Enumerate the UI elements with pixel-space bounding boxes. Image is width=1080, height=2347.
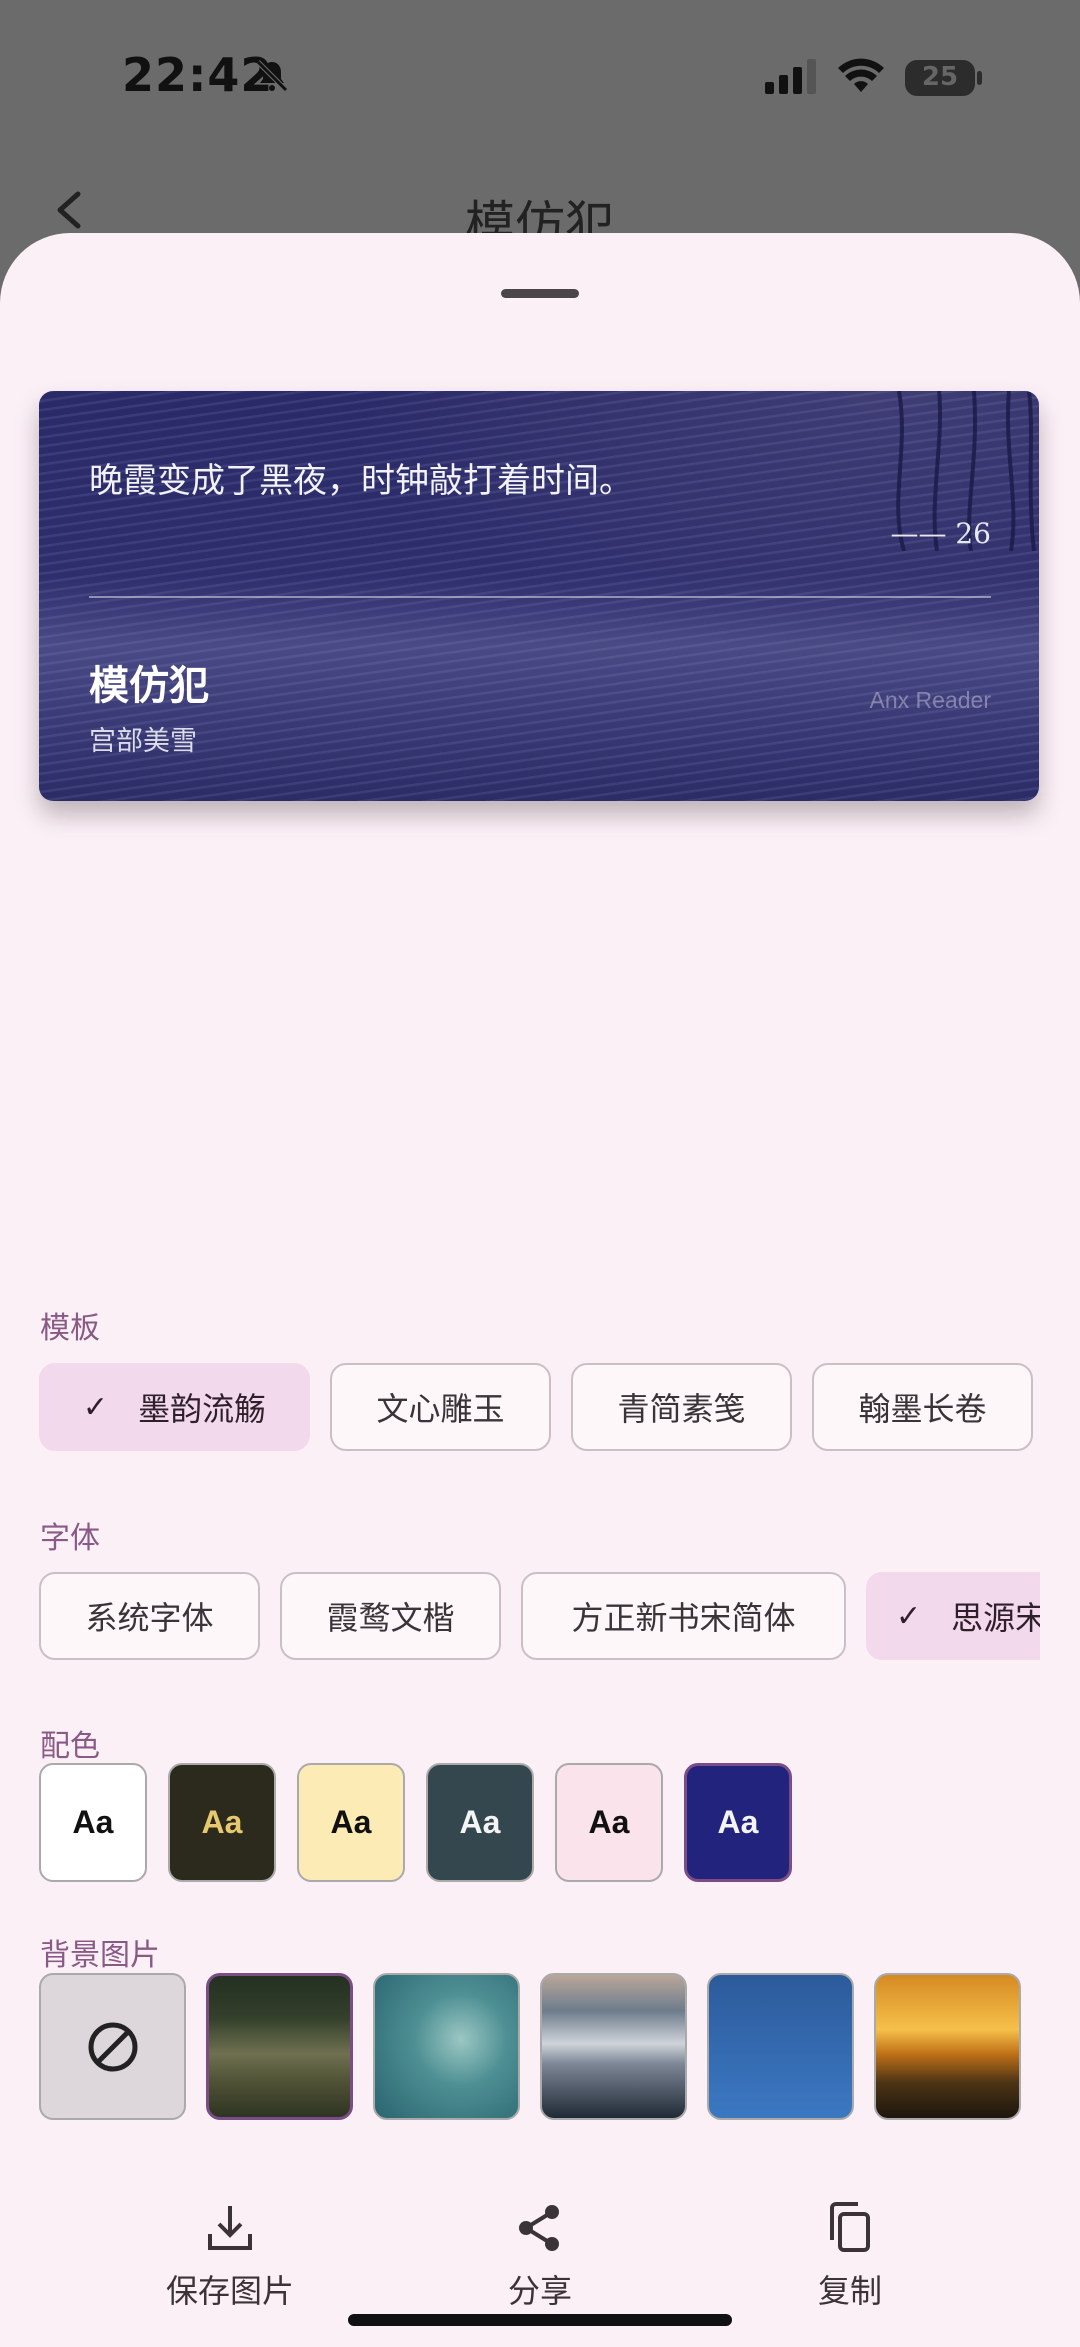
template-chip[interactable]: 翰墨长卷 [812, 1363, 1033, 1451]
swatch-text: Aa [717, 1804, 759, 1840]
copy-icon [830, 2202, 870, 2252]
font-chip-label: 霞鹜文楷 [326, 1599, 455, 1637]
font-chip-label: 方正新书宋简体 [571, 1599, 796, 1637]
background-none-option[interactable] [39, 1973, 186, 2120]
card-divider [89, 596, 991, 598]
background-mountain-clouds[interactable] [540, 1973, 687, 2120]
template-chip[interactable]: 青简素笺 [571, 1363, 792, 1451]
status-time: 22:42 [122, 48, 274, 102]
color-swatch-cream[interactable]: Aa [297, 1763, 405, 1882]
font-chip[interactable]: 霞鹜文楷 [280, 1572, 501, 1660]
quote-card-preview: 晚霞变成了黑夜，时钟敲打着时间。 —— 26 模仿犯 宫部美雪 Anx Read… [39, 391, 1039, 801]
font-chip-label: 系统字体 [85, 1599, 214, 1637]
quote-text: 晚霞变成了黑夜，时钟敲打着时间。 [89, 461, 633, 501]
swatch-text: Aa [459, 1804, 501, 1840]
background-teal-grass[interactable] [373, 1973, 520, 2120]
color-swatch-navy-selected[interactable]: Aa [684, 1763, 792, 1882]
book-title: 模仿犯 [89, 662, 209, 709]
check-icon: ✓ [82, 1389, 109, 1425]
copy-button[interactable]: 复制 [750, 2200, 950, 2312]
template-label: 模板 [40, 1311, 100, 1346]
bell-muted-icon [256, 60, 288, 92]
cellular-signal-icon [765, 59, 816, 94]
color-swatch-white[interactable]: Aa [39, 1763, 147, 1882]
background-sunset-sea[interactable] [874, 1973, 1021, 2120]
battery-level: 25 [921, 62, 959, 92]
font-chip-selected[interactable]: ✓ 思源宋 [866, 1572, 1040, 1660]
share-icon [519, 2205, 559, 2251]
font-chip-label: 思源宋 [951, 1599, 1040, 1637]
background-blue-sky[interactable] [707, 1973, 854, 2120]
background-dark-forest-field[interactable] [206, 1973, 353, 2120]
background-label: 背景图片 [40, 1938, 160, 1973]
color-label: 配色 [40, 1729, 100, 1764]
drag-handle[interactable] [501, 289, 579, 298]
font-label: 字体 [40, 1521, 100, 1556]
download-icon [208, 2206, 252, 2250]
template-chip-label: 翰墨长卷 [858, 1390, 987, 1428]
battery-icon: 25 [905, 60, 982, 96]
template-chip-label: 文心雕玉 [376, 1390, 505, 1428]
status-bar: 22:42 25 [0, 0, 1080, 160]
swatch-text: Aa [72, 1804, 114, 1840]
swatch-text: Aa [201, 1804, 243, 1840]
font-chip[interactable]: 方正新书宋简体 [521, 1572, 846, 1660]
color-swatch-slate[interactable]: Aa [426, 1763, 534, 1882]
color-swatch-group: Aa Aa Aa Aa Aa Aa [39, 1763, 792, 1882]
template-chip-group: ✓ 墨韵流觞 文心雕玉 青简素笺 翰墨长卷 [39, 1363, 1033, 1455]
font-chip-group: 系统字体 霞鹜文楷 方正新书宋简体 ✓ 思源宋 [39, 1572, 1040, 1664]
font-chip[interactable]: 系统字体 [39, 1572, 260, 1660]
background-image-group [39, 1973, 1021, 2120]
share-button[interactable]: 分享 [440, 2200, 640, 2312]
quote-page-number: —— 26 [890, 517, 991, 550]
brand-watermark: Anx Reader [869, 687, 991, 713]
share-label: 分享 [507, 2272, 572, 2310]
wifi-icon [838, 58, 884, 92]
check-icon: ✓ [896, 1598, 922, 1634]
save-image-button[interactable]: 保存图片 [130, 2200, 330, 2312]
home-indicator[interactable] [348, 2314, 732, 2326]
book-author: 宫部美雪 [89, 726, 197, 757]
template-chip-selected[interactable]: ✓ 墨韵流觞 [39, 1363, 310, 1451]
no-image-icon [88, 2022, 137, 2071]
template-chip-label: 青简素笺 [617, 1390, 746, 1428]
copy-label: 复制 [817, 2272, 882, 2310]
color-swatch-dark-olive[interactable]: Aa [168, 1763, 276, 1882]
color-swatch-pink[interactable]: Aa [555, 1763, 663, 1882]
swatch-text: Aa [588, 1804, 630, 1840]
save-image-label: 保存图片 [165, 2272, 294, 2310]
template-chip-label: 墨韵流觞 [138, 1390, 267, 1428]
swatch-text: Aa [330, 1804, 372, 1840]
template-chip[interactable]: 文心雕玉 [330, 1363, 551, 1451]
